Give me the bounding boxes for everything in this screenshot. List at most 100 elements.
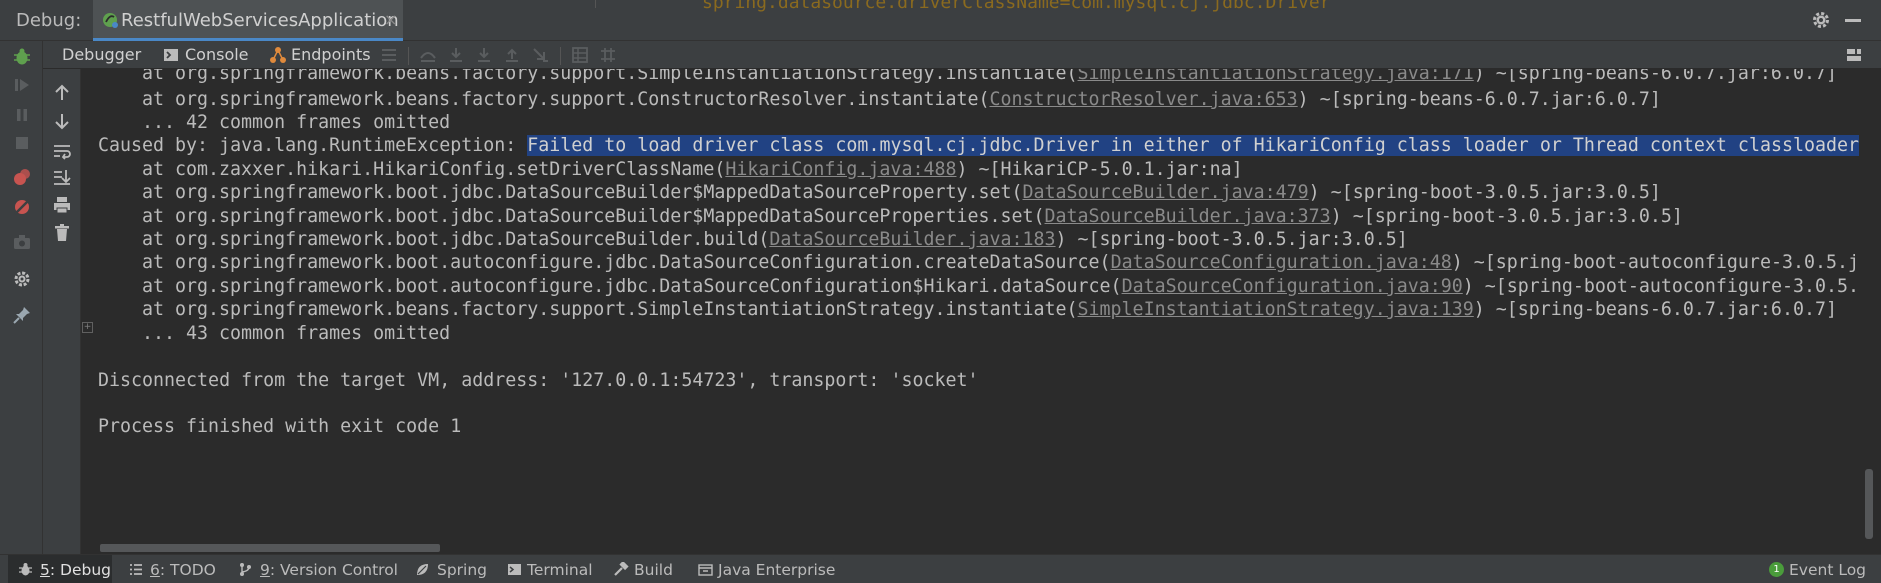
stop-icon[interactable] [12, 133, 32, 153]
terminal-tool-button[interactable]: Terminal [527, 561, 593, 579]
frame-jar: ) ~[spring-beans-6.0.7.jar:6.0.7] [1473, 299, 1837, 320]
terminal-icon [508, 564, 521, 575]
menu-icon[interactable] [380, 46, 398, 64]
source-link[interactable]: DataSourceBuilder.java:183 [769, 229, 1055, 250]
frame-text: at org.springframework.beans.factory.sup… [142, 69, 1078, 84]
source-link[interactable]: ConstructorResolver.java:653 [989, 89, 1297, 110]
disconnected-line: Disconnected from the target VM, address… [98, 370, 979, 391]
divider [560, 47, 561, 65]
event-log-tool-button[interactable]: Event Log [1789, 561, 1866, 579]
trash-icon[interactable] [52, 223, 72, 243]
step-over-icon[interactable] [447, 46, 465, 64]
soft-wrap-icon[interactable] [52, 141, 72, 161]
build-tool-button[interactable]: Build [634, 561, 673, 579]
debug-side-toolbar [0, 41, 43, 554]
source-link[interactable]: HikariConfig.java:488 [725, 159, 956, 180]
down-arrow-icon[interactable] [52, 111, 72, 131]
horizontal-scrollbar[interactable] [100, 544, 440, 552]
console-actions-toolbar [43, 69, 81, 554]
frame-text: at org.springframework.beans.factory.sup… [142, 89, 990, 110]
frame-text: at com.zaxxer.hikari.HikariConfig.setDri… [142, 159, 726, 180]
vcs-label: : Version Control [269, 561, 398, 579]
pause-icon[interactable] [12, 105, 32, 125]
step-into-icon[interactable] [475, 46, 493, 64]
source-link[interactable]: DataSourceBuilder.java:373 [1045, 206, 1331, 227]
tab-endpoints[interactable]: Endpoints [291, 45, 371, 64]
frame-jar: ) ~[spring-beans-6.0.7.jar:6.0.7] [1473, 69, 1837, 84]
step-out-icon[interactable] [503, 46, 521, 64]
run-config-tab[interactable]: RestfulWebServicesApplication × [93, 0, 403, 41]
breakpoints-icon[interactable] [12, 167, 32, 187]
event-log-count-badge: 1 [1769, 562, 1784, 577]
console-output[interactable]: at org.springframework.beans.factory.sup… [82, 69, 1860, 554]
java-enterprise-icon [698, 564, 713, 576]
source-link[interactable]: SimpleInstantiationStrategy.java:139 [1078, 299, 1474, 320]
frame-text: at org.springframework.boot.autoconfigur… [142, 276, 1122, 297]
frames-omitted-line: ... 43 common frames omitted [142, 323, 451, 344]
gear-icon[interactable] [1810, 9, 1832, 31]
frame-jar: ) ~[spring-boot-3.0.5.jar:3.0.5] [1308, 182, 1661, 203]
scrollbar-thumb[interactable] [1865, 469, 1873, 539]
frame-text: at org.springframework.boot.jdbc.DataSou… [142, 206, 1045, 227]
debugger-toolbar: Debugger Console Endpoints [43, 41, 1881, 69]
debug-bug-icon [19, 563, 32, 576]
frame-jar: ) ~[spring-boot-3.0.5.jar:3.0.5] [1055, 229, 1408, 250]
debug-label: : Debug [49, 561, 111, 579]
vertical-scrollbar[interactable] [1860, 69, 1881, 554]
run-to-cursor-icon[interactable] [531, 46, 549, 64]
bug-icon[interactable] [12, 47, 32, 67]
settings-icon[interactable] [12, 269, 32, 289]
source-link[interactable]: SimpleInstantiationStrategy.java:171 [1078, 69, 1474, 84]
editor-background-text: spring.datasource.driverClassName=com.my… [702, 0, 1331, 13]
spring-tool-button[interactable]: Spring [437, 561, 487, 579]
layout-icon[interactable] [1845, 46, 1863, 64]
frame-text: at org.springframework.boot.jdbc.DataSou… [142, 229, 770, 250]
frame-text: at org.springframework.boot.jdbc.DataSou… [142, 182, 1023, 203]
print-icon[interactable] [52, 195, 72, 215]
source-link[interactable]: DataSourceBuilder.java:479 [1023, 182, 1309, 203]
divider [408, 47, 409, 65]
scroll-to-end-icon[interactable] [52, 167, 72, 187]
evaluate-expression-icon[interactable] [571, 46, 589, 64]
run-config-name: RestfulWebServicesApplication [121, 10, 399, 31]
selected-error-message[interactable]: Failed to load driver class com.mysql.cj… [527, 135, 1860, 156]
frame-jar: ) ~[spring-beans-6.0.7.jar:6.0.7] [1297, 89, 1661, 110]
tab-debugger[interactable]: Debugger [62, 45, 141, 64]
version-control-icon [240, 563, 251, 576]
todo-tool-button[interactable]: 6: TODO [150, 561, 216, 579]
trace-stream-icon[interactable] [599, 46, 617, 64]
version-control-tool-button[interactable]: 9: Version Control [260, 561, 398, 579]
spring-boot-icon [103, 13, 118, 28]
source-link[interactable]: DataSourceConfiguration.java:48 [1111, 252, 1452, 273]
show-execution-point-icon[interactable] [419, 46, 437, 64]
frame-jar: ) ~[spring-boot-autoconfigure-3.0.5.ja [1451, 252, 1860, 273]
divider [595, 0, 596, 8]
stack-frame-line: at org.springframework.beans.factory.sup… [142, 69, 1837, 87]
endpoints-icon [270, 47, 286, 63]
resume-icon[interactable] [12, 75, 32, 95]
java-enterprise-tool-button[interactable]: Java Enterprise [718, 561, 835, 579]
spring-leaf-icon [417, 564, 428, 575]
debug-shortcut: 5 [40, 561, 50, 579]
debug-tool-window-header: spring.datasource.driverClassName=com.my… [0, 0, 1881, 41]
camera-icon[interactable] [12, 232, 32, 252]
mute-breakpoints-icon[interactable] [12, 197, 32, 217]
process-finished-line: Process finished with exit code 1 [98, 416, 462, 437]
tool-window-bar: 5: Debug 6: TODO 9: Version Control Spri… [0, 554, 1881, 583]
pin-icon[interactable] [12, 305, 32, 325]
debug-title: Debug: [16, 10, 82, 31]
up-arrow-icon[interactable] [52, 83, 72, 103]
stack-frame-line: at org.springframework.beans.factory.sup… [142, 297, 1837, 323]
tab-console[interactable]: Console [185, 45, 249, 64]
stack-frame-line: at org.springframework.boot.jdbc.DataSou… [142, 180, 1661, 206]
source-link[interactable]: DataSourceConfiguration.java:90 [1122, 276, 1463, 297]
exception-type: Caused by: java.lang.RuntimeException: [98, 135, 528, 156]
minimize-icon[interactable] [1845, 19, 1861, 22]
fold-toggle-icon[interactable]: + [82, 322, 93, 333]
build-hammer-icon [614, 562, 629, 576]
vcs-shortcut: 9 [260, 561, 270, 579]
todo-label: : TODO [159, 561, 216, 579]
close-tab-icon[interactable]: × [384, 10, 397, 29]
debug-tool-button[interactable]: 5: Debug [40, 561, 111, 579]
frame-jar: ) ~[spring-boot-3.0.5.jar:3.0.5] [1330, 206, 1683, 227]
